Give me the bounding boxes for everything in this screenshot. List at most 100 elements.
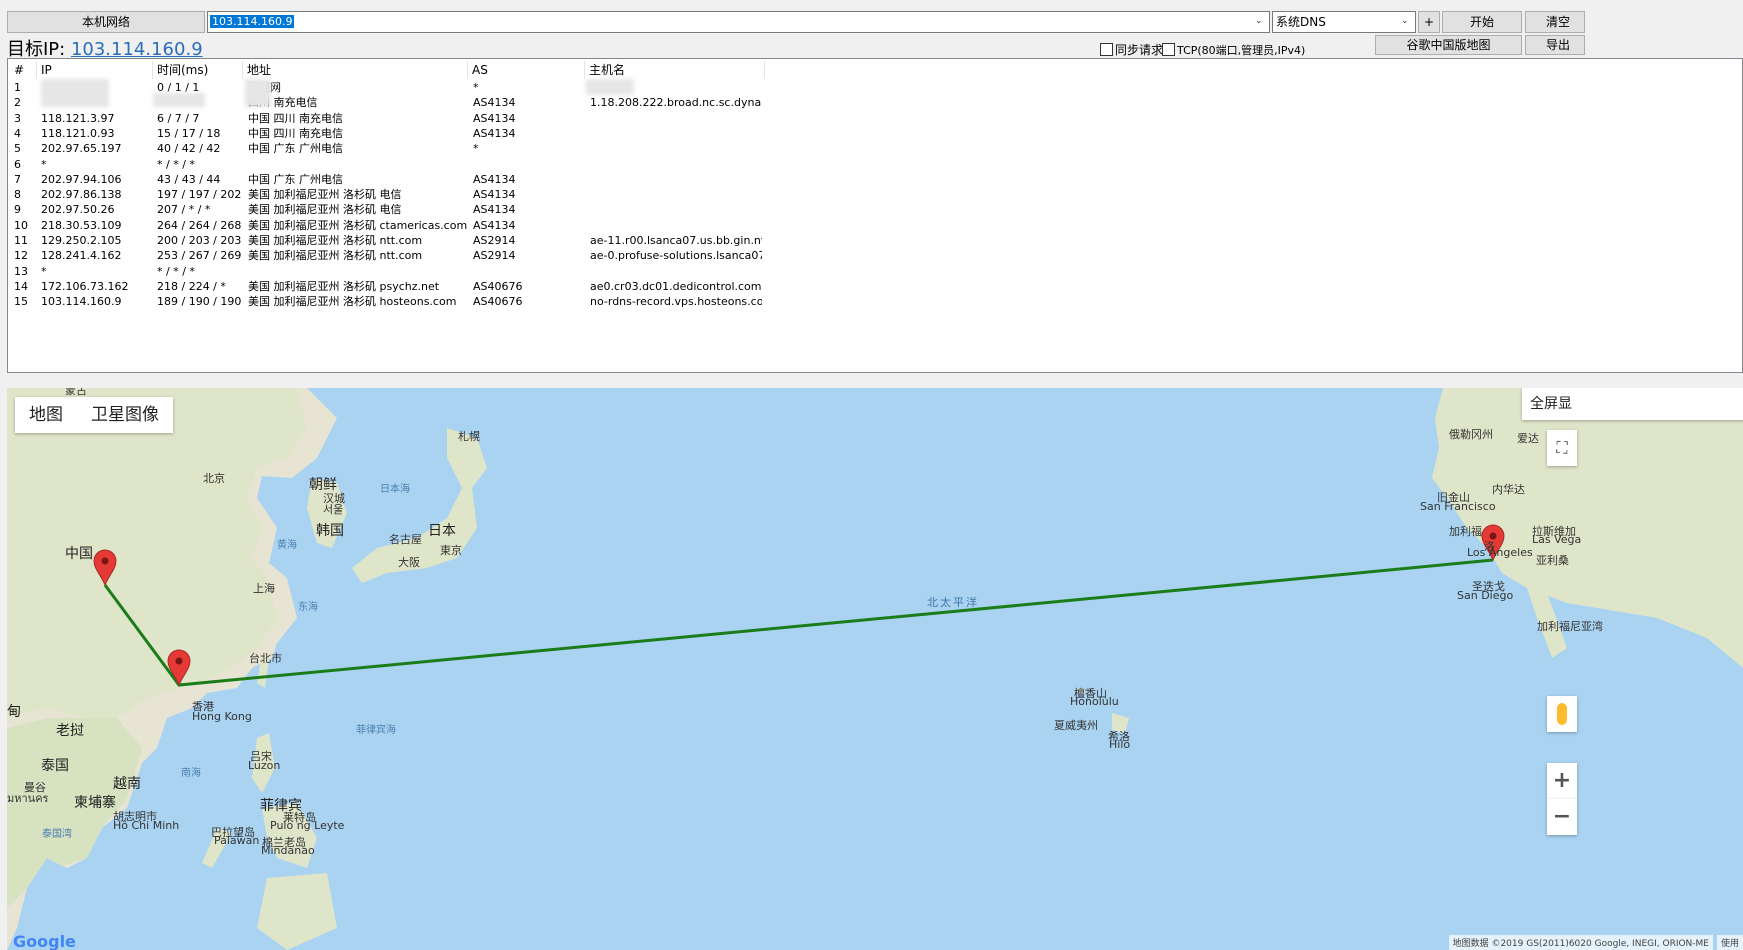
cell-ip: 172.106.73.162 [41,279,129,293]
map-label-gulf-thai: 泰国湾 [42,829,72,840]
dns-combobox[interactable]: 系统DNS ⌄ [1272,11,1416,33]
column-header-hostname[interactable]: 主机名 [585,61,765,79]
cell-ip: 118.121.3.97 [41,111,115,125]
column-header-address[interactable]: 地址 [243,61,468,79]
map-label-yellow-sea: 黄海 [277,540,297,551]
table-row[interactable]: 12 128.241.4.162 253 / 267 / 269 美国 加利福尼亚州 … [8,248,1742,263]
add-button[interactable]: + [1418,11,1440,33]
map-label-vietnam: 越南 [113,776,141,792]
tab-map[interactable]: 地图 [15,397,77,433]
checkbox-box[interactable] [1162,43,1175,56]
column-header-time[interactable]: 时间(ms) [153,61,243,79]
google-logo: Google [13,932,76,950]
trace-route-line [103,558,1494,687]
cell-as: AS2914 [473,234,516,247]
cell-ip: 202.97.94.106 [41,172,122,186]
column-header-as[interactable]: AS [468,61,585,79]
target-ip-link[interactable]: 103.114.160.9 [71,39,203,60]
table-row[interactable]: 7 202.97.94.106 43 / 43 / 44 中国 广东 广州电信 AS41… [8,172,1742,187]
cell-time: * / * / * [157,157,195,171]
column-header-num[interactable]: # [10,61,37,79]
cell-address: 美国 加利福尼亚州 洛杉矶 ntt.com [248,249,423,263]
google-china-map-button[interactable]: 谷歌中国版地图 [1375,35,1522,55]
chevron-down-icon[interactable]: ⌄ [1401,16,1411,26]
cell-ip: 202.97.50.26 [41,203,115,217]
map-label-sf-en: San Francisco [1420,500,1496,513]
cell-hostname: ae-11.r00.lsanca07.us.bb.gin.ntt.net [590,234,762,247]
sync-request-label: 同步请求 [1115,43,1164,57]
fullscreen-button[interactable]: 全屏显 [1522,388,1743,420]
cell-time: 197 / 197 / 202 [157,188,242,202]
cell-time: * / * / * [157,264,195,278]
map-label-az: 亚利桑 [1536,554,1569,567]
cell-num: 8 [14,188,21,202]
terms-link[interactable]: 使用 [1716,935,1743,950]
map-label-lv-en: Las Vega [1532,533,1582,546]
cell-num: 12 [14,249,28,263]
pegman-icon[interactable] [1547,696,1577,732]
table-row[interactable]: 14 172.106.73.162 218 / 224 / * 美国 加利福尼亚州 洛… [8,279,1742,294]
zoom-out-button[interactable]: − [1547,799,1577,835]
map-label-shanghai: 上海 [253,582,275,595]
table-row[interactable]: 6 * * / * / * [8,157,1742,172]
redacted-ip [41,79,109,107]
map-label-hawaii: 夏威夷州 [1054,719,1098,732]
cell-num: 9 [14,203,21,217]
cell-address: 四川 南充电信 [248,96,318,110]
target-combobox[interactable]: 103.114.160.9 ⌄ [207,11,1270,33]
cell-as: AS40676 [473,279,523,293]
export-button[interactable]: 导出 [1525,35,1585,55]
cell-address: 局域网 [248,80,470,95]
map-label-mongolia-top: 蒙古 [65,388,87,397]
clear-button[interactable]: 清空 [1525,11,1585,33]
table-row[interactable]: 4 118.121.0.93 15 / 17 / 18 中国 四川 南充电信 AS413… [8,126,1742,141]
table-row[interactable]: 3 118.121.3.97 6 / 7 / 7 中国 四川 南充电信 AS4134 [8,111,1742,126]
fullscreen-icon[interactable]: ⛶ [1547,430,1577,466]
cell-hostname: 1.18.208.222.broad.nc.sc.dynamic.... [590,96,762,110]
map-label-honolulu-en: Honolulu [1070,695,1119,708]
map-label-hongkong-en: Hong Kong [192,710,252,723]
start-button[interactable]: 开始 [1442,11,1522,33]
map-label-ph-sea: 菲律宾海 [356,725,396,736]
cell-hostname: ae-0.profuse-solutions.lsanca07.us.... [590,249,762,263]
cell-ip: 202.97.86.138 [41,188,122,202]
zoom-in-button[interactable]: + [1547,763,1577,799]
map-label-nevada: 内华达 [1492,483,1525,496]
table-row[interactable]: 5 202.97.65.197 40 / 42 / 42 中国 广东 广州电信 * [8,141,1742,156]
cell-as: * [473,81,479,94]
tab-satellite[interactable]: 卫星图像 [77,397,173,433]
table-row[interactable]: 9 202.97.50.26 207 / * / * 美国 加利福尼亚州 洛杉矶 电信… [8,202,1742,217]
local-network-button[interactable]: 本机网络 [7,11,205,33]
map-canvas [7,388,1743,950]
map-label-idaho: 爱达 [1517,432,1539,445]
map-label-luzon-en: Luzon [248,759,281,772]
dns-value: 系统DNS [1276,15,1326,29]
sync-request-checkbox[interactable]: 同步请求 [1100,43,1163,57]
cell-address: 美国 加利福尼亚州 洛杉矶 hosteons.com [248,295,457,309]
map-label-hilo-en: Hilo [1109,738,1131,751]
cell-hostname: ae0.cr03.dc01.dedicontrol.com [590,279,762,293]
target-input-text[interactable]: 103.114.160.9 [210,15,295,28]
chevron-down-icon[interactable]: ⌄ [1255,16,1265,26]
cell-num: 13 [14,264,28,278]
column-header-ip[interactable]: IP [37,61,153,79]
cell-time: 40 / 42 / 42 [157,142,221,156]
cell-time: 200 / 203 / 203 [157,234,242,247]
route-map[interactable]: 地图 卫星图像 全屏显 ⛶ + − Google 地图数据 ©2019 GS(2… [7,388,1743,950]
table-row[interactable]: 10 218.30.53.109 264 / 264 / 268 美国 加利福尼亚州 … [8,218,1742,233]
cell-time: 264 / 264 / 268 [157,218,242,232]
trace-results-table[interactable]: # IP 时间(ms) 地址 AS 主机名 10 / 1 / 1局域网*2四川 … [7,58,1743,373]
map-label-oregon: 俄勒冈州 [1449,428,1493,441]
cell-num: 7 [14,172,21,186]
checkbox-box[interactable] [1100,43,1113,56]
table-row[interactable]: 8 202.97.86.138 197 / 197 / 202 美国 加利福尼亚州 洛… [8,187,1742,202]
map-type-control[interactable]: 地图 卫星图像 [15,397,173,433]
cell-ip: 218.30.53.109 [41,218,122,232]
cell-time: 189 / 190 / 190 [157,295,242,309]
cell-address: 美国 加利福尼亚州 洛杉矶 ntt.com [248,234,423,247]
table-row[interactable]: 15 103.114.160.9 189 / 190 / 190 美国 加利福尼亚州 … [8,294,1742,309]
table-row[interactable]: 11 129.250.2.105 200 / 203 / 203 美国 加利福尼亚州 … [8,233,1742,248]
tcp-checkbox[interactable]: TCP(80端口,管理员,IPv4) [1162,43,1305,58]
table-row[interactable]: 13 * * / * / * [8,264,1742,279]
cell-as: AS4134 [473,218,516,232]
